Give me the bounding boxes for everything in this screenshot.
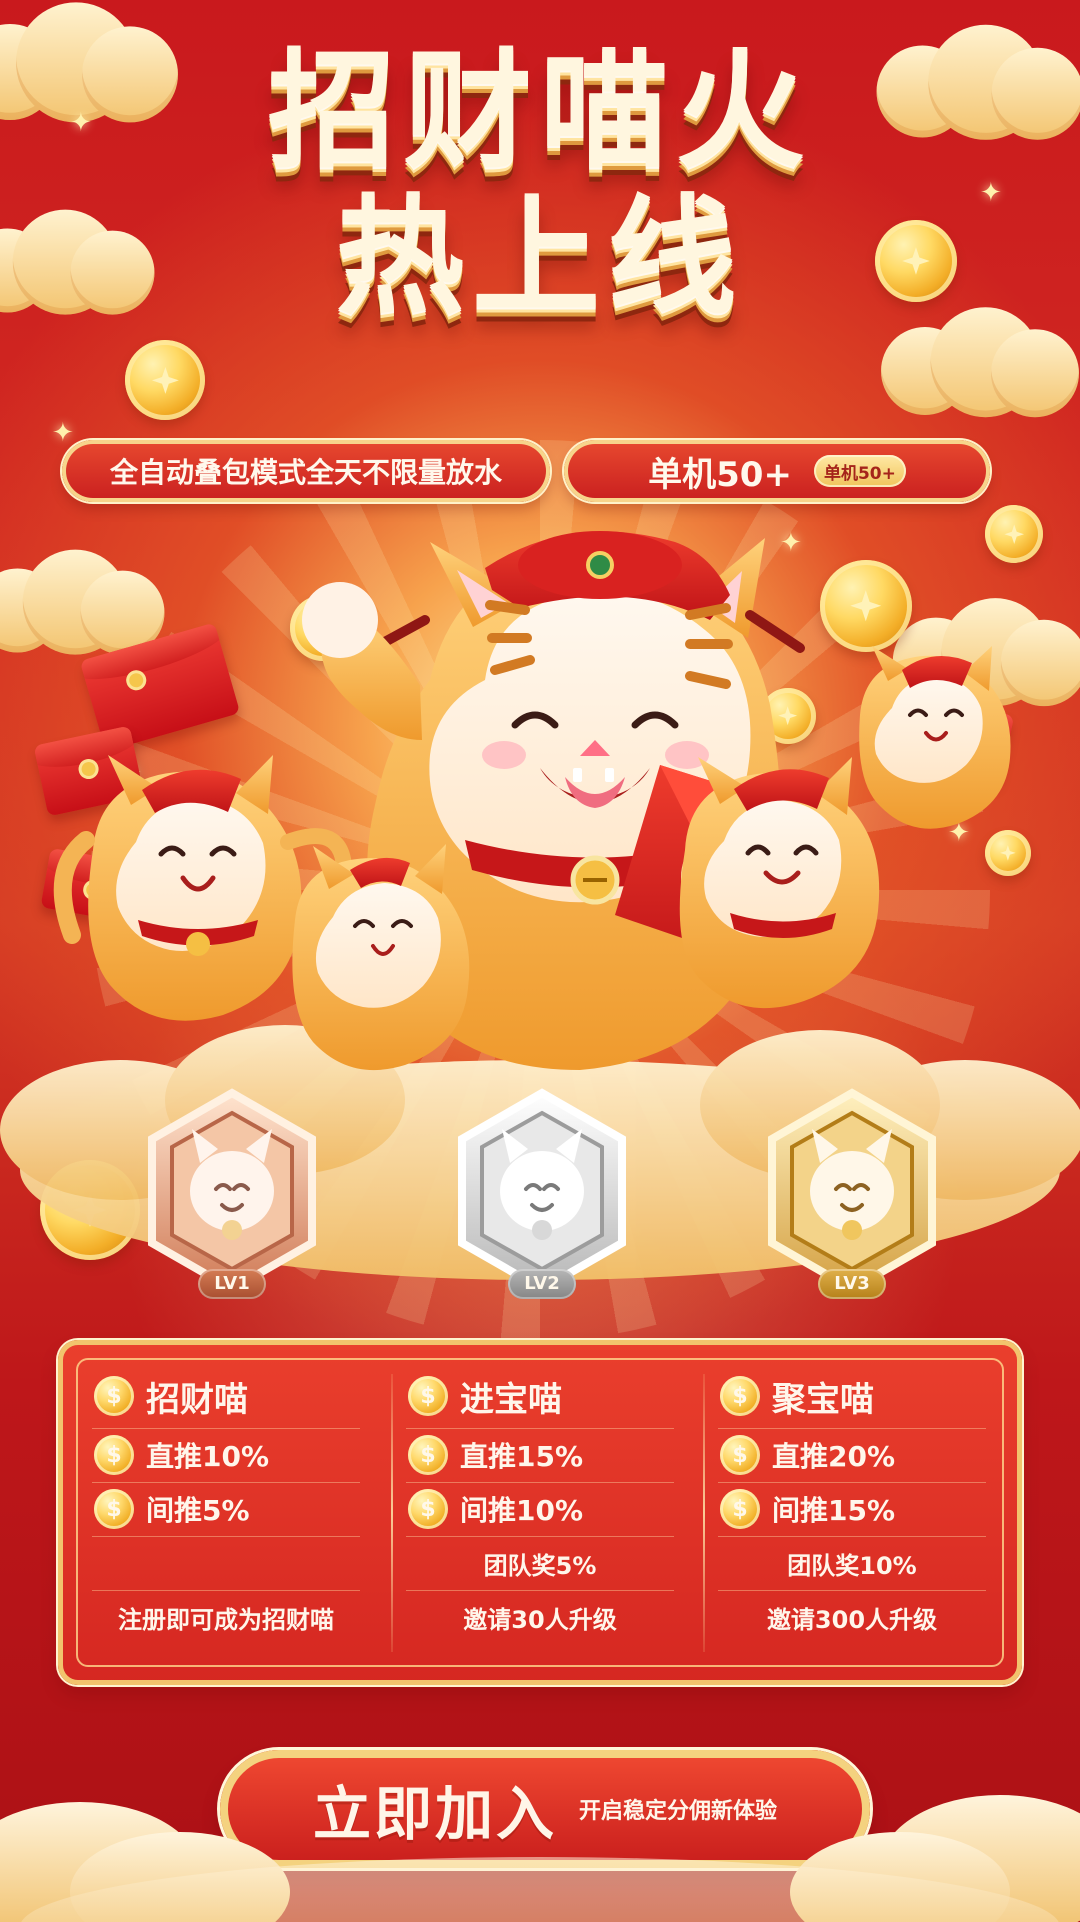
tier-row-direct: $ 直推15% [398,1428,682,1483]
tier-column-1: $ 招财喵 $ 直推10% $ 间推5% 注册即可成为招财喵 [84,1364,368,1661]
tier-direct: 直推15% [460,1440,584,1473]
dollar-coin-icon: $ [94,1376,134,1416]
tier-column-2: $ 进宝喵 $ 直推15% $ 间推10% 团队奖5% 邀请30人升级 [398,1364,682,1661]
feature-banner-right-text: 单机50+ [648,454,792,495]
panel-divider [391,1374,393,1652]
dollar-coin-icon: $ [720,1489,760,1529]
feature-banner-right: 单机50+ 单机50+ [564,440,990,502]
tier-row-team: 团队奖10% [710,1536,994,1591]
dollar-coin-icon: $ [720,1435,760,1475]
tier-name: 进宝喵 [460,1379,562,1420]
dollar-coin-icon: $ [94,1435,134,1475]
badge-lv2: LV2 [442,1085,642,1315]
tier-row-name: $ 聚宝喵 [710,1364,994,1429]
tier-row-direct: $ 直推10% [84,1428,368,1483]
tier-direct: 直推10% [146,1440,270,1473]
tier-name: 招财喵 [146,1379,248,1420]
tier-row-requirement: 邀请30人升级 [398,1590,682,1644]
feature-banner-left-text: 全自动叠包模式全天不限量放水 [109,456,502,489]
tier-row-indirect: $ 间推10% [398,1482,682,1537]
join-now-button[interactable]: 立即加入 开启稳定分佣新体验 [220,1750,870,1868]
mini-badge: 单机50+ [813,455,906,487]
tier-row-name: $ 招财喵 [84,1364,368,1429]
dollar-coin-icon: $ [720,1376,760,1416]
tier-panel: $ 招财喵 $ 直推10% $ 间推5% 注册即可成为招财喵 $ 进宝喵 $ 直… [58,1340,1022,1685]
badge-level-lv1: LV1 [198,1269,266,1299]
tier-team: 团队奖5% [483,1551,597,1580]
tier-indirect: 间推15% [772,1494,896,1527]
tier-name: 聚宝喵 [772,1379,874,1420]
mini-badge-text: 单机50+ [823,463,896,484]
dollar-coin-icon: $ [408,1376,448,1416]
badge-lv3: LV3 [752,1085,952,1315]
join-now-label: 立即加入 [312,1780,557,1848]
hero-title-line-1: 招财喵火 [267,37,812,186]
gold-coin-icon [125,340,205,420]
tier-requirement: 注册即可成为招财喵 [118,1605,334,1634]
tier-row-name: $ 进宝喵 [398,1364,682,1429]
tier-indirect: 间推10% [460,1494,584,1527]
poster: ✦ ✦ ✦ ✦ ✦ ✦ ✦ 招财喵火 热上线 全自动叠包模式全天不限量放水 单 [0,0,1080,1922]
tier-requirement: 邀请300人升级 [766,1605,938,1634]
tier-row-requirement: 邀请300人升级 [710,1590,994,1644]
join-now-subtext: 开启稳定分佣新体验 [579,1799,778,1824]
tier-row-indirect: $ 间推5% [84,1482,368,1537]
tier-row-team: 团队奖5% [398,1536,682,1591]
tier-direct: 直推20% [772,1440,896,1473]
feature-banner-left: 全自动叠包模式全天不限量放水 [62,440,550,502]
cloud-decoration [0,209,155,315]
sparkle-icon: ✦ [980,178,1002,208]
tier-row-requirement: 注册即可成为招财喵 [84,1590,368,1644]
tier-requirement: 邀请30人升级 [463,1605,617,1634]
sparkle-icon: ✦ [52,418,74,448]
tier-row-direct: $ 直推20% [710,1428,994,1483]
dollar-coin-icon: $ [408,1489,448,1529]
dollar-coin-icon: $ [408,1435,448,1475]
hero-title: 招财喵火 热上线 [145,48,935,348]
tier-row-team [84,1536,368,1591]
badge-level-lv3: LV3 [818,1269,886,1299]
badge-lv1: LV1 [132,1085,332,1315]
tier-row-indirect: $ 间推15% [710,1482,994,1537]
tier-indirect: 间推5% [146,1494,250,1527]
panel-divider [703,1374,705,1652]
tier-team: 团队奖10% [787,1551,917,1580]
dollar-coin-icon: $ [94,1489,134,1529]
hero-title-line-2: 热上线 [335,183,744,332]
tier-column-3: $ 聚宝喵 $ 直推20% $ 间推15% 团队奖10% 邀请300人升级 [710,1364,994,1661]
badge-level-lv2: LV2 [508,1269,576,1299]
sparkle-icon: ✦ [70,108,92,138]
